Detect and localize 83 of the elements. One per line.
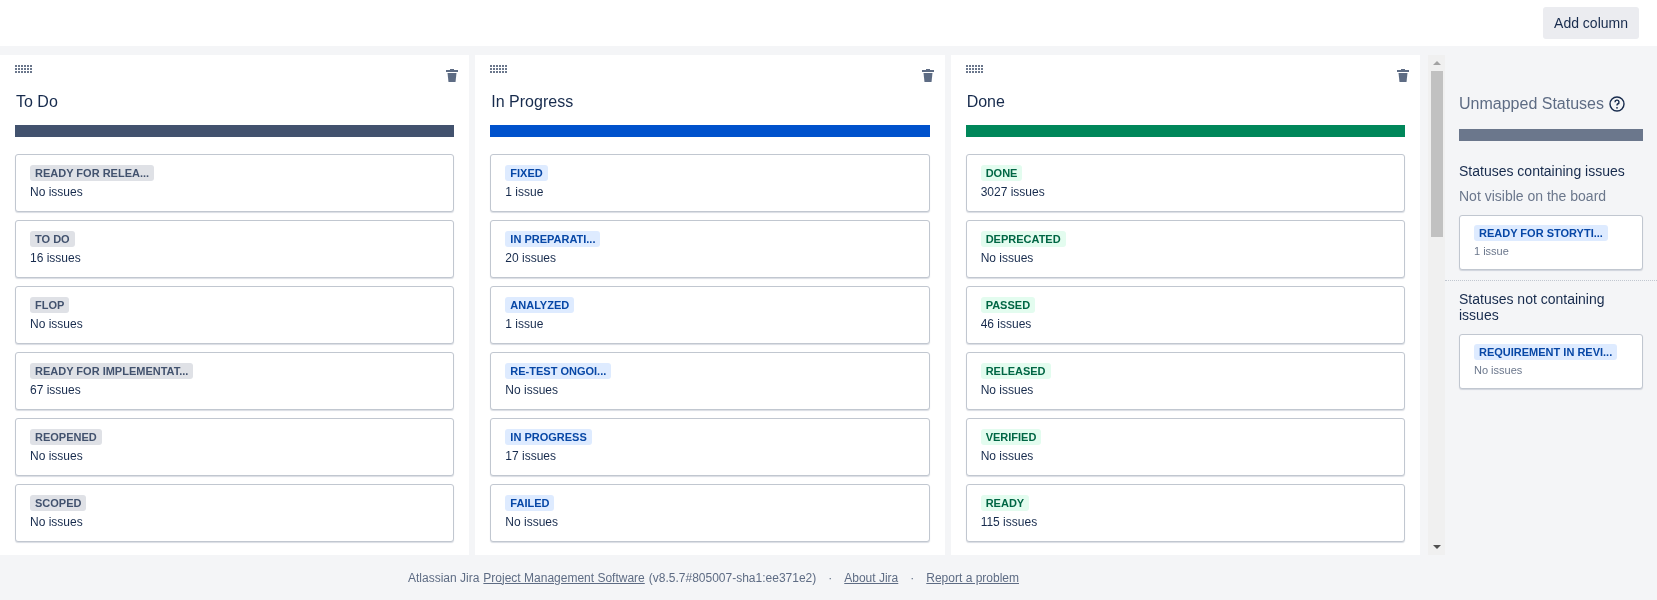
status-lozenge: PASSED: [980, 297, 1036, 313]
status-lozenge: SCOPED: [30, 495, 87, 511]
status-card[interactable]: TO DO 16 issues: [15, 220, 455, 278]
status-lozenge: DEPRECATED: [980, 231, 1066, 247]
status-card[interactable]: RE-TEST ONGOI... No issues: [490, 352, 930, 410]
status-lozenge: RE-TEST ONGOI...: [505, 363, 612, 379]
product-link[interactable]: Project Management Software: [483, 570, 645, 585]
status-lozenge: READY FOR RELEA...: [30, 165, 155, 181]
status-card[interactable]: READY FOR RELEA... No issues: [15, 154, 455, 212]
status-card[interactable]: DONE 3027 issues: [965, 154, 1405, 212]
status-lozenge: TO DO: [30, 231, 75, 247]
issue-count: No issues: [505, 515, 558, 529]
status-lozenge: IN PROGRESS: [505, 429, 592, 445]
column-title: In Progress: [491, 93, 575, 112]
issue-count: No issues: [30, 185, 83, 199]
status-card[interactable]: IN PREPARATI... 20 issues: [490, 220, 930, 278]
issue-count: 17 issues: [505, 449, 557, 463]
report-link[interactable]: Report a problem: [926, 570, 1019, 585]
delete-icon[interactable]: [446, 69, 459, 82]
issue-count: 1 issue: [1474, 245, 1509, 257]
section-heading: Statuses not containing issues: [1459, 291, 1606, 323]
issue-count: 3027 issues: [980, 185, 1045, 199]
issue-count: No issues: [505, 383, 558, 397]
status-card[interactable]: FAILED No issues: [490, 484, 930, 542]
status-lozenge: FLOP: [30, 297, 70, 313]
issue-count: 1 issue: [505, 185, 544, 199]
status-card[interactable]: READY FOR IMPLEMENTAT... 67 issues: [15, 352, 455, 410]
status-lozenge: READY FOR STORYTI...: [1474, 225, 1608, 241]
status-card[interactable]: READY 115 issues: [965, 484, 1405, 542]
issue-count: No issues: [30, 449, 83, 463]
status-lozenge: ANALYZED: [505, 297, 575, 313]
status-lozenge: REQUIREMENT IN REVI...: [1474, 344, 1618, 360]
delete-icon[interactable]: [1397, 69, 1409, 82]
status-card[interactable]: REOPENED No issues: [15, 418, 455, 476]
status-lozenge: VERIFIED: [980, 429, 1042, 445]
column-title: To Do: [16, 93, 59, 112]
footer-text: Atlassian Jira: [408, 570, 480, 585]
section-heading: Statuses containing issues: [1459, 163, 1626, 179]
status-card[interactable]: PASSED 46 issues: [965, 286, 1405, 344]
status-lozenge: READY FOR IMPLEMENTAT...: [30, 363, 194, 379]
issue-count: 67 issues: [30, 383, 81, 397]
help-icon[interactable]: [1609, 96, 1625, 112]
status-card[interactable]: VERIFIED No issues: [965, 418, 1405, 476]
separator-dot: ·: [828, 570, 833, 585]
drag-handle-icon[interactable]: [490, 65, 508, 73]
drag-handle-icon[interactable]: [15, 65, 32, 73]
issue-count: No issues: [30, 317, 83, 331]
issue-count: 20 issues: [505, 251, 557, 265]
status-card[interactable]: REQUIREMENT IN REVI... No issues: [1459, 334, 1643, 389]
separator-dot: ·: [910, 570, 915, 585]
issue-count: No issues: [980, 383, 1034, 397]
about-link[interactable]: About Jira: [844, 570, 899, 585]
status-lozenge: IN PREPARATI...: [505, 231, 601, 247]
status-card[interactable]: FLOP No issues: [15, 286, 455, 344]
status-card[interactable]: RELEASED No issues: [965, 352, 1405, 410]
issue-count: 46 issues: [980, 317, 1032, 331]
status-card[interactable]: DEPRECATED No issues: [965, 220, 1405, 278]
status-card[interactable]: FIXED 1 issue: [490, 154, 930, 212]
status-lozenge: DONE: [980, 165, 1023, 181]
drag-handle-icon[interactable]: [965, 65, 983, 73]
panel-title: Unmapped Statuses: [1459, 95, 1604, 113]
issue-count: 115 issues: [980, 515, 1038, 529]
status-card[interactable]: ANALYZED 1 issue: [490, 286, 930, 344]
scrollbar[interactable]: [1428, 55, 1445, 555]
status-lozenge: FIXED: [505, 165, 548, 181]
status-lozenge: READY: [980, 495, 1030, 511]
issue-count: No issues: [980, 449, 1034, 463]
issue-count: No issues: [980, 251, 1034, 265]
status-lozenge: REOPENED: [30, 429, 102, 445]
issue-count: 1 issue: [505, 317, 544, 331]
status-lozenge: RELEASED: [980, 363, 1051, 379]
add-column-button[interactable]: Add column: [1543, 7, 1639, 39]
status-card[interactable]: IN PROGRESS 17 issues: [490, 418, 930, 476]
section-subheading: Not visible on the board: [1459, 188, 1608, 204]
version-text: (v8.5.7#805007-sha1:ee371e2): [648, 570, 817, 585]
delete-icon[interactable]: [921, 69, 934, 82]
issue-count: 16 issues: [30, 251, 81, 265]
issue-count: No issues: [30, 515, 83, 529]
column-title: Done: [966, 93, 1006, 112]
status-lozenge: FAILED: [505, 495, 555, 511]
status-card[interactable]: SCOPED No issues: [15, 484, 455, 542]
status-card[interactable]: READY FOR STORYTI... 1 issue: [1459, 215, 1643, 270]
issue-count: No issues: [1474, 364, 1523, 376]
